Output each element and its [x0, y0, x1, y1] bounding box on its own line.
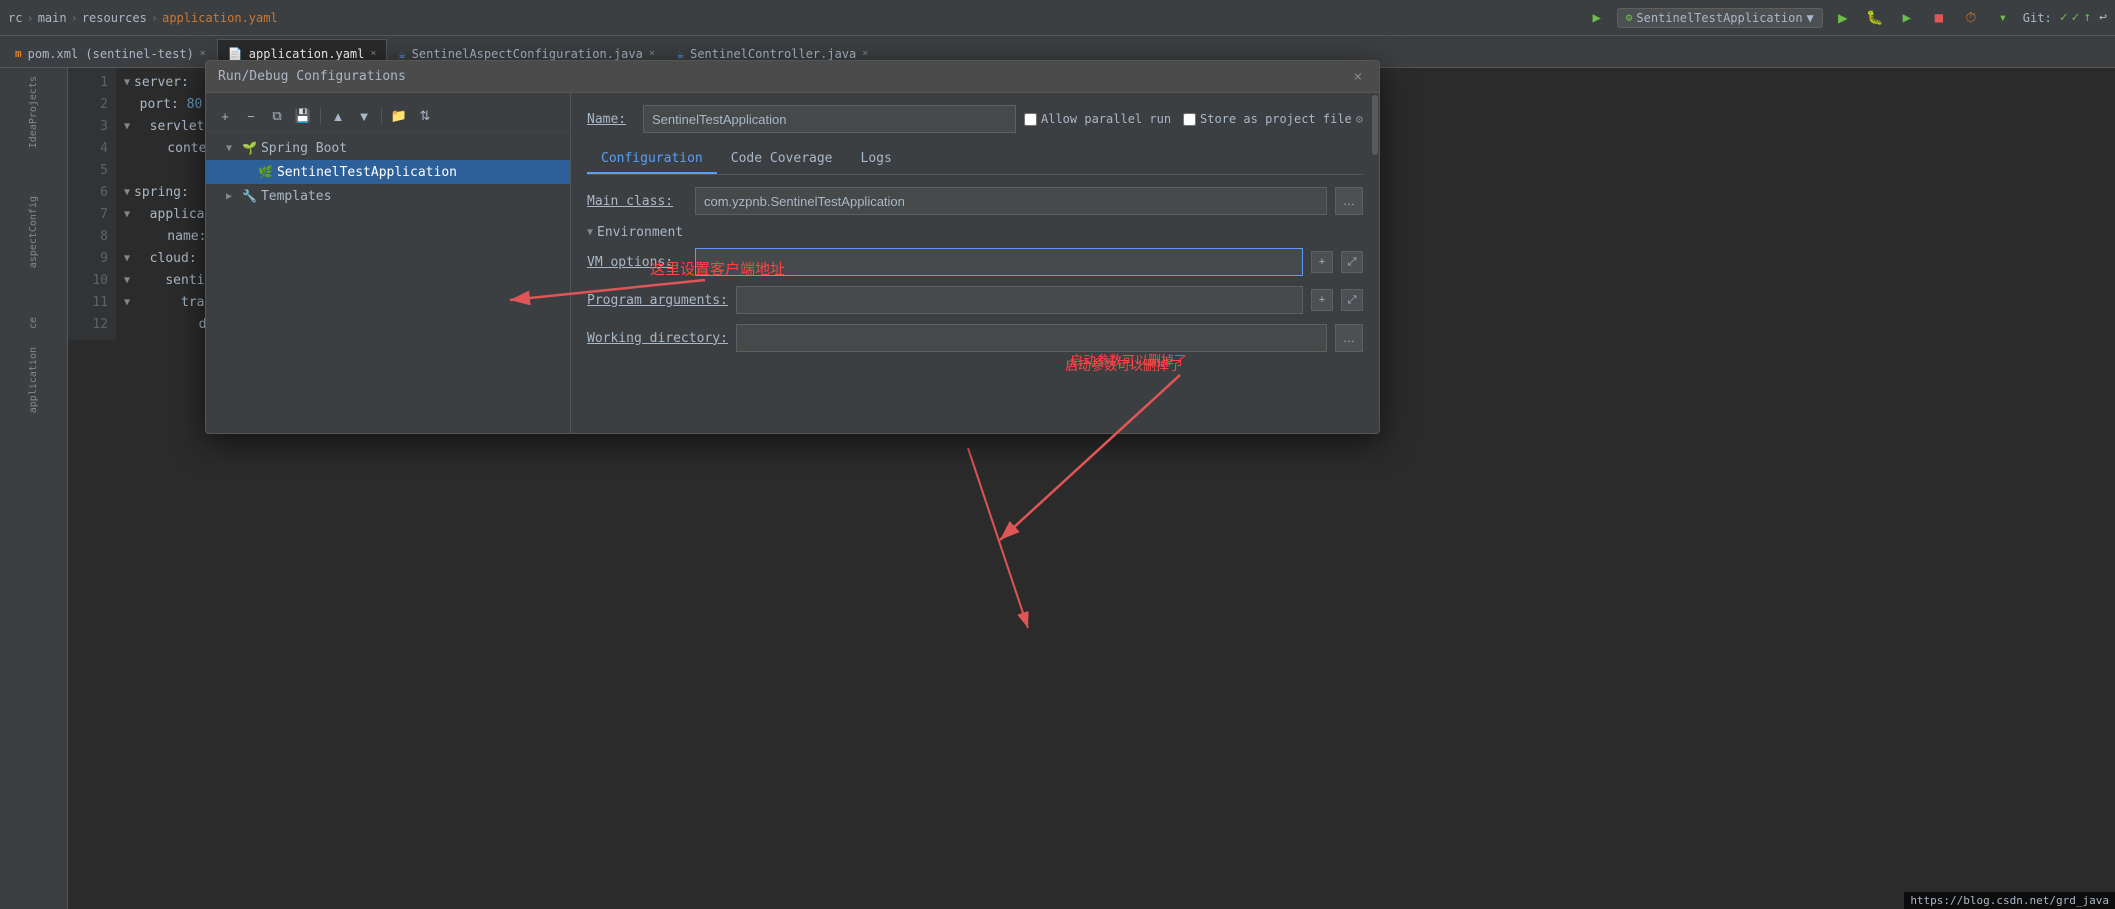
move-down-button[interactable]: ▼: [353, 105, 375, 127]
name-input[interactable]: [643, 105, 1016, 133]
environment-arrow-icon[interactable]: ▼: [587, 227, 593, 238]
copy-config-button[interactable]: ⧉: [266, 105, 288, 127]
tree-item-spring-boot-label: Spring Boot: [261, 141, 347, 156]
spring-boot-icon: 🌱: [242, 141, 257, 155]
tree-item-templates-label: Templates: [261, 189, 331, 204]
environment-section-header[interactable]: ▼ Environment: [587, 225, 1363, 240]
name-label: Name:: [587, 112, 635, 127]
add-config-button[interactable]: +: [214, 105, 236, 127]
tab-logs[interactable]: Logs: [847, 145, 906, 174]
config-panel: Name: Allow parallel run Store as projec…: [571, 93, 1379, 433]
store-gear-icon: ⚙: [1356, 112, 1363, 126]
run-debug-config-dialog: Run/Debug Configurations × + − ⧉ 💾 ▲ ▼ 📁…: [205, 60, 1380, 434]
allow-parallel-label: Allow parallel run: [1041, 112, 1171, 126]
main-class-label: Main class:: [587, 194, 687, 209]
templates-expand-icon[interactable]: ▶: [226, 191, 238, 202]
tree-item-sentinel-label: SentinelTestApplication: [277, 165, 457, 180]
allow-parallel-checkbox-label[interactable]: Allow parallel run: [1024, 112, 1171, 126]
tree-item-templates[interactable]: ▶ 🔧 Templates: [206, 184, 570, 208]
tree-panel: + − ⧉ 💾 ▲ ▼ 📁 ⇅ ▼ 🌱 Spring Boot: [206, 93, 571, 433]
dialog-close-button[interactable]: ×: [1349, 68, 1367, 86]
toolbar-separator: [320, 108, 321, 124]
vm-options-label: VM options:: [587, 255, 687, 270]
bottom-url: https://blog.csdn.net/grd_java: [1904, 892, 2115, 909]
config-tabs: Configuration Code Coverage Logs: [587, 145, 1363, 175]
templates-icon: 🔧: [242, 189, 257, 203]
allow-parallel-checkbox[interactable]: [1024, 113, 1037, 126]
working-dir-label: Working directory:: [587, 331, 728, 346]
working-dir-browse-button[interactable]: …: [1335, 324, 1363, 352]
store-as-project-checkbox-label[interactable]: Store as project file ⚙: [1183, 112, 1363, 126]
tree-toolbar: + − ⧉ 💾 ▲ ▼ 📁 ⇅: [206, 101, 570, 132]
tab-code-coverage[interactable]: Code Coverage: [717, 145, 847, 174]
store-as-project-checkbox[interactable]: [1183, 113, 1196, 126]
dialog-title: Run/Debug Configurations: [218, 69, 1349, 84]
dialog-titlebar: Run/Debug Configurations ×: [206, 61, 1379, 93]
vm-options-expand-button[interactable]: ⤢: [1341, 251, 1363, 273]
working-dir-input[interactable]: [736, 324, 1327, 352]
tree-item-spring-boot[interactable]: ▼ 🌱 Spring Boot: [206, 136, 570, 160]
main-class-row: Main class: …: [587, 187, 1363, 215]
spring-boot-expand-icon[interactable]: ▼: [226, 143, 238, 154]
program-args-label: Program arguments:: [587, 293, 728, 308]
program-args-add-button[interactable]: +: [1311, 289, 1333, 311]
environment-label: Environment: [597, 225, 683, 240]
main-class-browse-button[interactable]: …: [1335, 187, 1363, 215]
dialog-scrollbar[interactable]: [1371, 93, 1379, 433]
store-as-project-label: Store as project file: [1200, 112, 1352, 126]
save-config-button[interactable]: 💾: [292, 105, 314, 127]
vm-options-add-button[interactable]: +: [1311, 251, 1333, 273]
tree-item-sentinel-app[interactable]: 🌿 SentinelTestApplication: [206, 160, 570, 184]
scrollbar-thumb: [1372, 95, 1378, 155]
program-args-expand-button[interactable]: ⤢: [1341, 289, 1363, 311]
vm-options-row: VM options: + ⤢: [587, 248, 1363, 276]
dialog-body: + − ⧉ 💾 ▲ ▼ 📁 ⇅ ▼ 🌱 Spring Boot: [206, 93, 1379, 433]
toolbar-separator-2: [381, 108, 382, 124]
main-class-input[interactable]: [695, 187, 1327, 215]
working-dir-row: Working directory: …: [587, 324, 1363, 352]
remove-config-button[interactable]: −: [240, 105, 262, 127]
sentinel-app-icon: 🌿: [258, 165, 273, 179]
program-args-row: Program arguments: + ⤢: [587, 286, 1363, 314]
program-args-input[interactable]: [736, 286, 1303, 314]
vm-options-input[interactable]: [695, 248, 1303, 276]
tab-configuration[interactable]: Configuration: [587, 145, 717, 174]
move-up-button[interactable]: ▲: [327, 105, 349, 127]
folder-button[interactable]: 📁: [388, 105, 410, 127]
dialog-overlay: Run/Debug Configurations × + − ⧉ 💾 ▲ ▼ 📁…: [0, 0, 2115, 909]
sort-button[interactable]: ⇅: [414, 105, 436, 127]
